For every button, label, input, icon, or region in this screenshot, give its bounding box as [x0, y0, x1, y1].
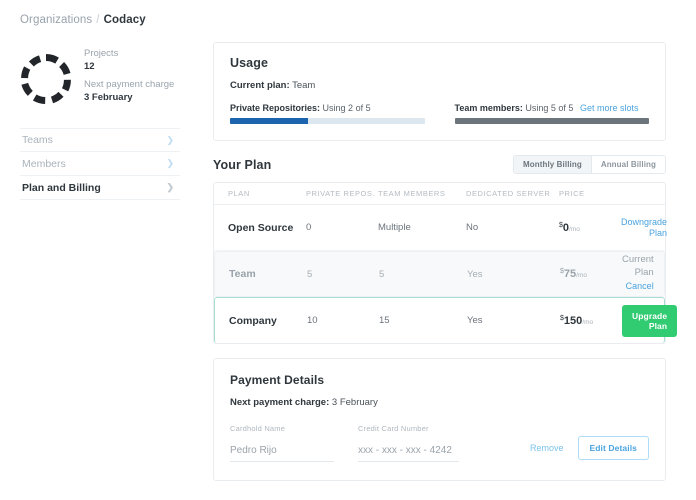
private-repositories-label: Private Repositories:	[230, 103, 321, 113]
plan-dedicated-server-value: Yes	[467, 268, 483, 280]
payment-next-charge-line: Next payment charge: 3 February	[230, 397, 649, 408]
table-row[interactable]: Open Source 0 Multiple No $0/mo Downgrad…	[214, 205, 667, 251]
sidebar-item-teams-label: Teams	[22, 134, 53, 146]
cardhold-name-label: Cardhold Name	[230, 424, 286, 433]
usage-title: Usage	[230, 56, 269, 70]
team-members-value: Using 5 of 5	[525, 103, 574, 113]
cardhold-name-input[interactable]	[230, 445, 334, 462]
credit-card-number-field: Credit Card Number	[358, 424, 459, 462]
chevron-right-icon: ❯	[166, 134, 174, 145]
chevron-right-icon: ❯	[166, 158, 174, 168]
organization-stats: Projects 12 Next payment charge 3 Februa…	[84, 48, 174, 109]
current-plan-line: Current plan: Team	[230, 80, 649, 91]
private-repositories-progress-bar	[230, 118, 425, 124]
credit-card-number-label: Credit Card Number	[358, 424, 429, 433]
sidebar-item-plan-and-billing[interactable]: Plan and Billing ❯	[20, 176, 180, 200]
next-charge-label: Next payment charge	[84, 79, 175, 90]
credit-card-number-input[interactable]	[358, 445, 459, 462]
sidebar-nav: Teams ❯ Members ❯ Plan and Billing ❯	[20, 128, 180, 200]
downgrade-plan-link[interactable]: Downgrade Plan	[621, 217, 667, 238]
plan-table-header: PLAN PRIVATE REPOS. TEAM MEMBERS DEDICAT…	[214, 183, 665, 205]
team-members-usage: Team members: Using 5 of 5 Get more slot…	[454, 103, 650, 124]
plan-action-cell: Upgrade Plan	[622, 304, 678, 337]
plan-table: PLAN PRIVATE REPOS. TEAM MEMBERS DEDICAT…	[213, 182, 678, 344]
projects-label: Projects	[84, 48, 119, 60]
private-repositories-value: Using 2 of 5	[322, 103, 371, 113]
annual-billing-tab[interactable]: Annual Billing	[590, 156, 665, 173]
next-charge-value: 3 February	[84, 91, 133, 103]
plan-name-team: Team	[229, 268, 256, 280]
column-header-plan: PLAN	[228, 189, 250, 198]
table-row[interactable]: Company 10 15 Yes $150/mo Upgrade Plan	[214, 297, 678, 343]
plan-dedicated-server-value: Yes	[467, 315, 483, 326]
current-plan-label: Current plan:	[230, 80, 290, 91]
payment-next-charge-value: 3 February	[331, 397, 378, 408]
team-members-line: Team members: Using 5 of 5 Get more slot…	[455, 103, 650, 113]
team-members-label: Team members:	[454, 103, 523, 113]
edit-details-button[interactable]: Edit Details	[577, 436, 649, 460]
private-repositories-line: Private Repositories: Using 2 of 5	[230, 103, 425, 113]
column-header-dedicated-server: DEDICATED SERVER	[466, 189, 551, 198]
breadcrumb: Organizations / Codacy	[20, 14, 146, 26]
column-header-private-repos: PRIVATE REPOS.	[306, 189, 376, 198]
price-amount: 150	[563, 314, 583, 327]
cardhold-name-field: Cardhold Name	[230, 424, 334, 462]
plan-action-cell: Current Plan Cancel	[622, 254, 654, 293]
column-header-team-members: TEAM MEMBERS	[378, 189, 446, 198]
current-plan-value: Team	[292, 80, 316, 91]
plan-private-repos-value: 10	[307, 315, 318, 326]
price-amount: 75	[563, 268, 577, 281]
price-period: /mo	[582, 318, 594, 326]
chevron-right-icon: ❯	[166, 182, 174, 192]
sidebar-item-teams[interactable]: Teams ❯	[20, 128, 180, 152]
plan-team-members-value: 15	[379, 315, 390, 326]
cancel-plan-link[interactable]: Cancel	[626, 281, 654, 291]
projects-value: 12	[84, 61, 95, 73]
plan-name-company: Company	[229, 314, 277, 327]
sidebar: Projects 12 Next payment charge 3 Februa…	[20, 42, 180, 200]
plan-team-members-value: 5	[379, 268, 385, 280]
plan-private-repos-value: 0	[306, 222, 312, 233]
breadcrumb-parent[interactable]: Organizations	[20, 14, 92, 26]
column-header-price: PRICE	[559, 189, 585, 198]
monthly-billing-tab[interactable]: Monthly Billing	[513, 156, 591, 173]
private-repositories-usage: Private Repositories: Using 2 of 5	[230, 103, 425, 124]
plan-price: $0/mo	[559, 221, 621, 233]
payment-next-charge-label: Next payment charge:	[230, 397, 330, 408]
table-row[interactable]: Team 5 5 Yes $75/mo Current Plan Cancel	[214, 251, 665, 297]
current-plan-badge: Current Plan	[622, 254, 654, 279]
plan-private-repos-value: 5	[307, 268, 313, 280]
get-more-slots-link[interactable]: Get more slots	[580, 103, 639, 113]
plan-and-billing-page: Organizations / Codacy Projects 12 Next …	[0, 0, 696, 500]
price-period: /mo	[569, 225, 580, 233]
plan-action-cell: Downgrade Plan	[621, 217, 667, 239]
sidebar-item-members-label: Members	[22, 157, 66, 170]
codacy-logo-icon	[20, 53, 72, 105]
upgrade-plan-button[interactable]: Upgrade Plan	[622, 304, 678, 337]
remove-card-link[interactable]: Remove	[530, 443, 564, 453]
sidebar-item-plan-and-billing-label: Plan and Billing	[22, 181, 101, 194]
private-repositories-progress-fill	[230, 118, 308, 124]
payment-details-title: Payment Details	[230, 373, 325, 387]
payment-details-card: Payment Details Next payment charge: 3 F…	[213, 358, 666, 481]
billing-period-toggle: Monthly Billing Annual Billing	[512, 155, 666, 174]
team-members-progress-bar	[454, 118, 649, 124]
sidebar-item-members[interactable]: Members ❯	[20, 152, 180, 176]
usage-card: Usage Current plan: Team Private Reposit…	[213, 42, 666, 141]
plan-dedicated-server-value: No	[466, 222, 479, 233]
team-members-progress-fill	[454, 118, 649, 124]
organization-summary: Projects 12 Next payment charge 3 Februa…	[20, 42, 180, 116]
price-period: /mo	[576, 272, 587, 280]
plan-price: $150/mo	[560, 314, 622, 326]
plan-price: $75/mo	[560, 268, 622, 280]
payment-actions: Remove Edit Details	[530, 436, 649, 462]
breadcrumb-current: Codacy	[103, 14, 146, 26]
main-content: Usage Current plan: Team Private Reposit…	[213, 42, 678, 495]
breadcrumb-separator: /	[96, 14, 100, 26]
your-plan-title: Your Plan	[213, 157, 272, 172]
plan-name-open-source: Open Source	[228, 221, 294, 234]
your-plan-header: Your Plan Monthly Billing Annual Billing	[213, 155, 666, 174]
plan-team-members-value: Multiple	[378, 222, 411, 233]
